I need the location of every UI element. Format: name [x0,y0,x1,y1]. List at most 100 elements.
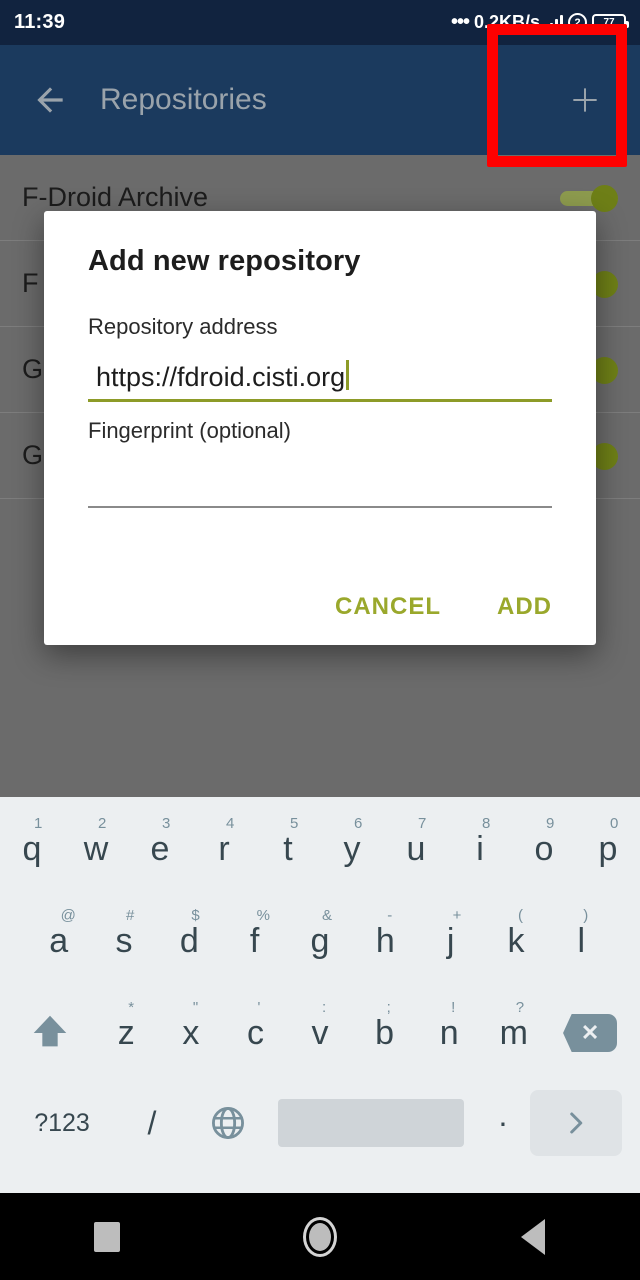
key-hint: ( [517,907,523,924]
key-x[interactable]: " x [159,987,224,1079]
key-label: f [249,922,260,960]
key-hint: ' [257,999,261,1016]
language-key[interactable] [190,1104,266,1142]
key-j[interactable]: + j [418,895,483,987]
key-y[interactable]: 6y [320,803,384,895]
key-hint: & [321,907,332,924]
space-key[interactable] [278,1099,464,1147]
text-cursor [346,360,350,390]
key-o[interactable]: 9o [512,803,576,895]
add-button[interactable]: ADD [497,593,552,621]
key-label: i [476,830,484,868]
home-button[interactable] [260,1193,380,1280]
key-hint: ? [515,999,525,1016]
repo-name: G [22,440,44,470]
key-hint: 6 [354,815,363,832]
key-b[interactable]: ; b [352,987,417,1079]
key-a[interactable]: @ a [26,895,91,987]
key-q[interactable]: 1q [0,803,64,895]
repo-enabled-toggle[interactable] [560,184,618,212]
key-n[interactable]: ! n [417,987,482,1079]
key-k[interactable]: (k [483,895,548,987]
key-label: q [22,830,42,868]
system-navigation-bar [0,1193,640,1280]
key-h[interactable]: -h [353,895,418,987]
chevron-right-enter-icon [570,1112,583,1134]
key-m[interactable]: ? m [481,987,546,1079]
keyboard-row-4: ?123 / . [0,1079,640,1167]
fingerprint-input[interactable] [88,444,552,506]
globe-language-icon [212,1107,244,1139]
fingerprint-label: Fingerprint (optional) [88,418,291,443]
repo-name: F [22,268,39,298]
key-hint: 7 [418,815,427,832]
slash-key[interactable]: / [114,1105,190,1142]
status-icons: ••• 0.2KB/s 2 77 [450,11,629,34]
key-l[interactable]: ) l [549,895,614,987]
repository-address-field-group: Repository address https://fdroid.cisti.… [88,314,552,402]
key-label: j [446,922,455,960]
key-g[interactable]: & g [287,895,352,987]
key-label: u [406,830,426,868]
notification-dots-icon: ••• [450,11,470,33]
key-hint: 9 [546,815,555,832]
key-label: w [83,830,109,868]
backspace-glyph: ✕ [580,1020,600,1045]
key-label: x [182,1014,200,1052]
key-p[interactable]: 0p [576,803,640,895]
period-key[interactable]: . [476,1097,530,1150]
status-clock: 11:39 [14,11,66,33]
back-nav-button[interactable] [473,1193,593,1280]
repo-name: G [22,354,44,384]
key-e[interactable]: 3e [128,803,192,895]
key-r[interactable]: 4r [192,803,256,895]
key-label: a [49,922,69,960]
recents-button[interactable] [47,1193,167,1280]
key-u[interactable]: 7u [384,803,448,895]
key-label: s [115,922,133,960]
key-label: c [246,1014,264,1052]
key-hint: # [125,907,135,924]
key-d[interactable]: $ d [157,895,222,987]
key-hint: 5 [290,815,299,832]
key-label: d [179,922,199,960]
key-hint: $ [191,907,200,924]
key-s[interactable]: # s [91,895,156,987]
key-hint: @ [60,907,76,924]
repository-address-input[interactable]: https://fdroid.cisti.org [88,356,552,393]
key-f[interactable]: % f [222,895,287,987]
add-repository-dialog: Add new repository Repository address ht… [44,211,596,645]
shift-key[interactable] [6,1010,94,1056]
back-button[interactable] [0,45,100,155]
add-repository-button[interactable] [530,45,640,155]
repository-address-value: https://fdroid.cisti.org [96,362,346,392]
key-label: z [117,1014,135,1052]
key-hint: 8 [482,815,491,832]
on-screen-keyboard: 1q 2w 3e 4r 5t 6y 7u 8i 9o 0p @ a # s $ d %… [0,797,640,1193]
data-rate-label: 0.2KB/s [473,12,540,32]
key-z[interactable]: * z [94,987,159,1079]
arrow-left-icon [37,87,63,113]
key-label: k [507,922,525,960]
key-w[interactable]: 2w [64,803,128,895]
triangle-back-icon [521,1218,546,1255]
keyboard-row-2: @ a # s $ d % f & g -h + j (k ) l [0,895,640,987]
symbols-key[interactable]: ?123 [10,1109,114,1138]
key-label: o [534,830,554,868]
key-label: h [375,922,395,960]
battery-icon: 77 [592,13,629,32]
key-hint: ; [386,999,391,1016]
key-label: p [598,830,618,868]
backspace-key[interactable]: ✕ [546,1014,634,1052]
key-t[interactable]: 5t [256,803,320,895]
enter-key[interactable] [530,1090,622,1156]
key-i[interactable]: 8i [448,803,512,895]
signal-bars-icon [545,14,563,31]
key-hint: 3 [162,815,171,832]
cancel-button[interactable]: CANCEL [335,593,441,621]
key-v[interactable]: :v [288,987,353,1079]
sim-indicator-icon: 2 [568,13,587,32]
key-label: l [577,922,586,960]
key-c[interactable]: ' c [223,987,288,1079]
plus-icon [573,88,597,112]
